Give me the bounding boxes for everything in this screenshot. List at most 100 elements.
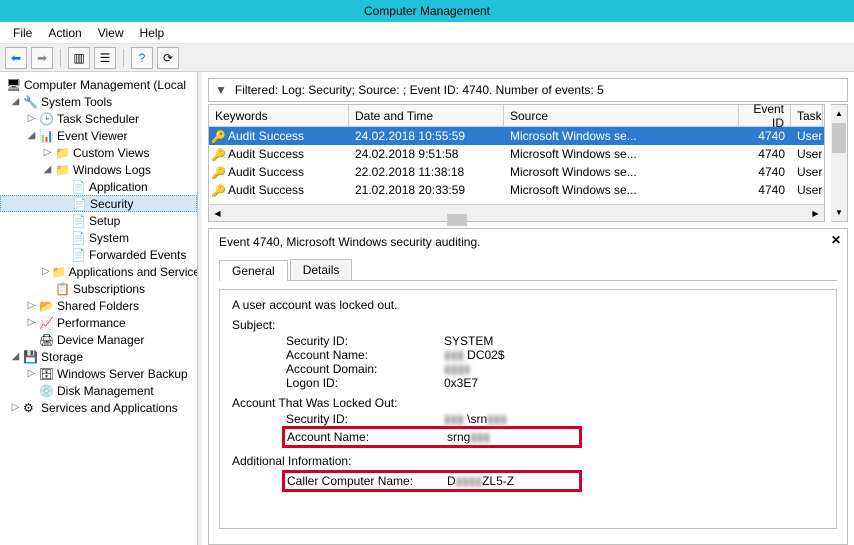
tree-task-scheduler[interactable]: ▷🕒Task Scheduler bbox=[0, 110, 197, 127]
folder-icon: 📁 bbox=[55, 146, 71, 160]
tree-root[interactable]: 🖥Computer Management (Local bbox=[0, 76, 197, 93]
clock-icon: 🕒 bbox=[39, 112, 55, 126]
event-row[interactable]: 🔑Audit Success 24.02.2018 10:55:59 Micro… bbox=[209, 127, 824, 145]
forward-button[interactable]: ➡ bbox=[31, 47, 53, 69]
menu-help[interactable]: Help bbox=[132, 26, 173, 40]
filter-icon[interactable]: ▼ bbox=[215, 83, 227, 97]
scroll-up-icon[interactable]: ▲ bbox=[831, 105, 847, 122]
tree-custom-views[interactable]: ▷📁Custom Views bbox=[0, 144, 197, 161]
show-hide-tree-button[interactable]: ▥ bbox=[68, 47, 90, 69]
scroll-right-icon[interactable]: ▶ bbox=[807, 209, 824, 218]
tree-disk-management[interactable]: 💿Disk Management bbox=[0, 382, 197, 399]
menu-file[interactable]: File bbox=[5, 26, 40, 40]
back-button[interactable]: ⬅ bbox=[5, 47, 27, 69]
detail-message: A user account was locked out. bbox=[232, 298, 824, 312]
grid-body: 🔑Audit Success 24.02.2018 10:55:59 Micro… bbox=[209, 127, 824, 204]
log-icon: 📄 bbox=[72, 197, 88, 211]
device-icon: 🖨 bbox=[39, 333, 55, 347]
event-row[interactable]: 🔑Audit Success 24.02.2018 9:51:58 Micros… bbox=[209, 145, 824, 163]
properties-icon: ☰ bbox=[100, 51, 111, 65]
col-source[interactable]: Source bbox=[504, 105, 739, 126]
tree-services-applications[interactable]: ▷⚙Services and Applications bbox=[0, 399, 197, 416]
locked-security-id-label: Security ID: bbox=[286, 412, 444, 426]
expand-icon[interactable]: ▷ bbox=[10, 402, 21, 413]
storage-icon: 💾 bbox=[23, 350, 39, 364]
collapse-icon[interactable]: ◢ bbox=[10, 351, 21, 362]
tree-pane-icon: ▥ bbox=[73, 51, 84, 65]
tree-performance[interactable]: ▷📈Performance bbox=[0, 314, 197, 331]
expand-icon[interactable]: ▷ bbox=[26, 317, 37, 328]
col-task[interactable]: Task bbox=[791, 105, 823, 126]
key-icon: 🔑 bbox=[211, 166, 225, 178]
expand-icon[interactable]: ▷ bbox=[42, 147, 53, 158]
logon-id-label: Logon ID: bbox=[286, 376, 444, 390]
expand-icon[interactable]: ▷ bbox=[26, 368, 37, 379]
tree-forwarded-events[interactable]: 📄Forwarded Events bbox=[0, 246, 197, 263]
menu-action[interactable]: Action bbox=[40, 26, 89, 40]
performance-icon: 📈 bbox=[39, 316, 55, 330]
tree-subscriptions[interactable]: 📋Subscriptions bbox=[0, 280, 197, 297]
scroll-left-icon[interactable]: ◀ bbox=[209, 209, 226, 218]
tree-setup-log[interactable]: 📄Setup bbox=[0, 212, 197, 229]
tree-system-log[interactable]: 📄System bbox=[0, 229, 197, 246]
expand-icon[interactable]: ▷ bbox=[26, 300, 37, 311]
computer-icon: 🖥 bbox=[6, 78, 22, 92]
tree-shared-folders[interactable]: ▷📂Shared Folders bbox=[0, 297, 197, 314]
col-event-id[interactable]: Event ID bbox=[739, 105, 791, 126]
tree-system-tools[interactable]: ◢🔧System Tools bbox=[0, 93, 197, 110]
detail-content: A user account was locked out. Subject: … bbox=[219, 289, 837, 529]
tree-storage[interactable]: ◢💾Storage bbox=[0, 348, 197, 365]
collapse-icon[interactable]: ◢ bbox=[10, 96, 21, 107]
tree-apps-services-logs[interactable]: ▷📁Applications and Services Logs bbox=[0, 263, 197, 280]
security-id-value: SYSTEM bbox=[444, 334, 493, 348]
subject-section-label: Subject: bbox=[232, 318, 824, 332]
tree-device-manager[interactable]: 🖨Device Manager bbox=[0, 331, 197, 348]
navigation-tree[interactable]: 🖥Computer Management (Local ◢🔧System Too… bbox=[0, 72, 198, 545]
tree-security-log[interactable]: 📄Security bbox=[0, 195, 197, 212]
key-icon: 🔑 bbox=[211, 184, 225, 196]
scroll-thumb[interactable] bbox=[447, 214, 467, 226]
toolbar-separator bbox=[60, 49, 61, 67]
refresh-button[interactable]: ⟳ bbox=[157, 47, 179, 69]
forward-arrow-icon: ➡ bbox=[37, 51, 47, 65]
collapse-icon[interactable]: ◢ bbox=[42, 164, 53, 175]
tree-windows-server-backup[interactable]: ▷🗄Windows Server Backup bbox=[0, 365, 197, 382]
tree-event-viewer[interactable]: ◢📊Event Viewer bbox=[0, 127, 197, 144]
event-grid[interactable]: Keywords Date and Time Source Event ID T… bbox=[208, 104, 825, 222]
folder-icon: 📁 bbox=[52, 265, 67, 279]
security-id-label: Security ID: bbox=[286, 334, 444, 348]
toolbar: ⬅ ➡ ▥ ☰ ? ⟳ bbox=[0, 44, 854, 72]
tree-windows-logs[interactable]: ◢📁Windows Logs bbox=[0, 161, 197, 178]
tab-general[interactable]: General bbox=[219, 260, 288, 281]
back-arrow-icon: ⬅ bbox=[11, 51, 21, 65]
collapse-icon[interactable]: ◢ bbox=[26, 130, 37, 141]
help-icon: ? bbox=[139, 51, 146, 65]
tree-application-log[interactable]: 📄Application bbox=[0, 178, 197, 195]
event-row[interactable]: 🔑Audit Success 21.02.2018 20:33:59 Micro… bbox=[209, 181, 824, 199]
folder-icon: 📁 bbox=[55, 163, 71, 177]
menu-view[interactable]: View bbox=[90, 26, 132, 40]
filter-text: Filtered: Log: Security; Source: ; Event… bbox=[235, 83, 604, 97]
help-button[interactable]: ? bbox=[131, 47, 153, 69]
horizontal-scrollbar[interactable]: ◀ ▶ bbox=[209, 204, 824, 221]
backup-icon: 🗄 bbox=[39, 367, 55, 381]
event-viewer-icon: 📊 bbox=[39, 129, 55, 143]
expand-icon[interactable]: ▷ bbox=[26, 113, 37, 124]
expand-icon[interactable]: ▷ bbox=[42, 266, 50, 277]
properties-button[interactable]: ☰ bbox=[94, 47, 116, 69]
tab-details[interactable]: Details bbox=[290, 259, 353, 280]
col-datetime[interactable]: Date and Time bbox=[349, 105, 504, 126]
scroll-down-icon[interactable]: ▼ bbox=[831, 204, 847, 221]
locked-account-name-label: Account Name: bbox=[287, 430, 447, 444]
event-row[interactable]: 🔑Audit Success 22.02.2018 11:38:18 Micro… bbox=[209, 163, 824, 181]
detail-title: Event 4740, Microsoft Windows security a… bbox=[219, 235, 837, 249]
vertical-scrollbar[interactable]: ▲ ▼ bbox=[831, 104, 848, 222]
close-button[interactable]: ✕ bbox=[831, 233, 841, 247]
services-icon: ⚙ bbox=[23, 401, 39, 415]
col-keywords[interactable]: Keywords bbox=[209, 105, 349, 126]
menu-bar: File Action View Help bbox=[0, 22, 854, 44]
log-icon: 📄 bbox=[71, 248, 87, 262]
grid-header: Keywords Date and Time Source Event ID T… bbox=[209, 105, 824, 127]
scroll-thumb[interactable] bbox=[832, 123, 846, 153]
log-icon: 📄 bbox=[71, 180, 87, 194]
